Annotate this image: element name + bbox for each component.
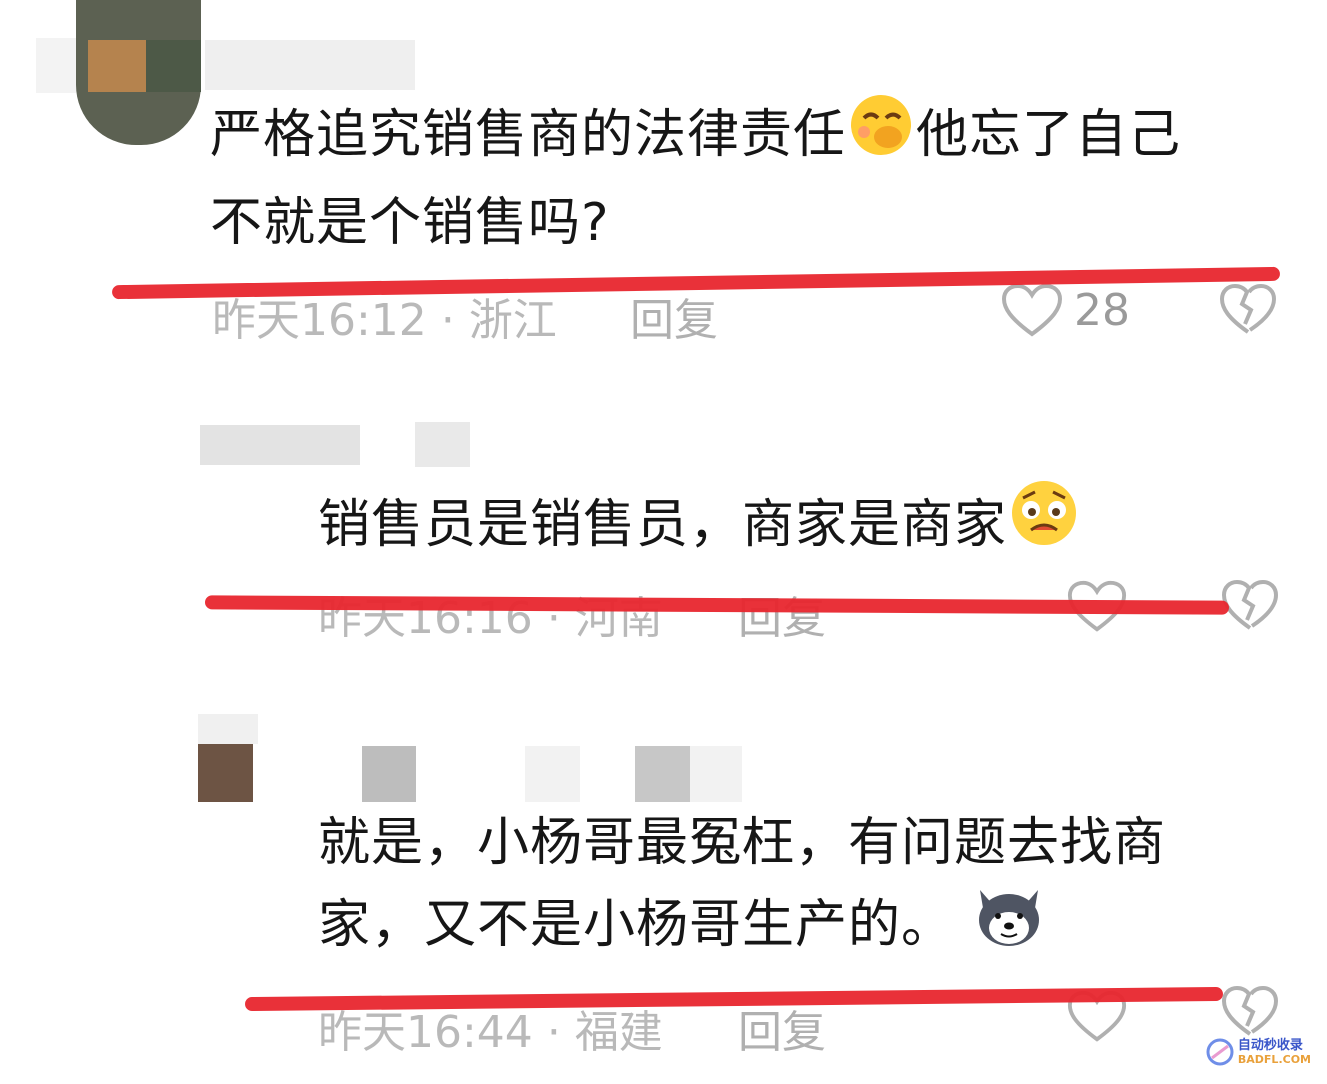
comment-3: 就是，小杨哥最冤枉，有问题去找商 家，又不是小杨哥生产的。 昨天16:44 · … (0, 690, 1327, 1084)
username-blurred[interactable] (362, 746, 416, 802)
comment-text: 就是，小杨哥最冤枉，有问题去找商 家，又不是小杨哥生产的。 (318, 802, 1278, 972)
comment-1: 严格追究销售商的法律责任 他忘了自己 不就是个销售吗? 昨天16:12 · 浙江… (0, 0, 1327, 360)
timestamp: 昨天16:12 (212, 295, 427, 346)
broken-heart-icon (1219, 283, 1277, 334)
location: 浙江 (468, 295, 557, 346)
site-watermark: 自动秒收录 BADFL.COM (1206, 1038, 1311, 1066)
like-button[interactable]: 28 (1000, 282, 1130, 338)
comment-text: 严格追究销售商的法律责任 他忘了自己 不就是个销售吗? (210, 92, 1290, 264)
location: 福建 (574, 1007, 663, 1058)
worried-face-emoji-icon (1007, 478, 1081, 572)
like-count: 28 (1074, 284, 1130, 336)
dislike-button[interactable] (1220, 578, 1280, 636)
shy-laugh-emoji-icon (846, 92, 916, 182)
avatar[interactable] (200, 390, 360, 470)
comment-text: 销售员是销售员，商家是商家 (318, 478, 1278, 572)
watermark-line2: BADFL.COM (1237, 1053, 1311, 1066)
username-blurred[interactable] (635, 746, 690, 802)
broken-heart-icon (1221, 985, 1279, 1036)
dislike-button[interactable] (1220, 984, 1280, 1042)
broken-heart-icon (1221, 579, 1279, 630)
avatar[interactable] (198, 714, 258, 802)
username-blurred[interactable] (525, 746, 580, 802)
dislike-button[interactable] (1218, 282, 1278, 340)
comment-meta: 昨天16:16 · 河南 (318, 593, 663, 644)
watermark-logo-icon (1206, 1038, 1234, 1066)
reply-button[interactable]: 回复 (630, 284, 718, 348)
comment-2: 销售员是销售员，商家是商家 昨天16:16 · 河南 回复 (0, 360, 1327, 690)
username-blurred[interactable] (205, 40, 415, 90)
reply-button[interactable]: 回复 (738, 582, 826, 646)
avatar[interactable] (36, 0, 201, 145)
timestamp: 昨天16:44 (318, 1007, 533, 1058)
heart-icon (1001, 283, 1063, 337)
husky-dog-emoji-icon (972, 884, 1046, 972)
watermark-line1: 自动秒收录 (1237, 1038, 1303, 1053)
username-blurred[interactable] (690, 746, 742, 802)
username-blurred[interactable] (415, 422, 470, 467)
